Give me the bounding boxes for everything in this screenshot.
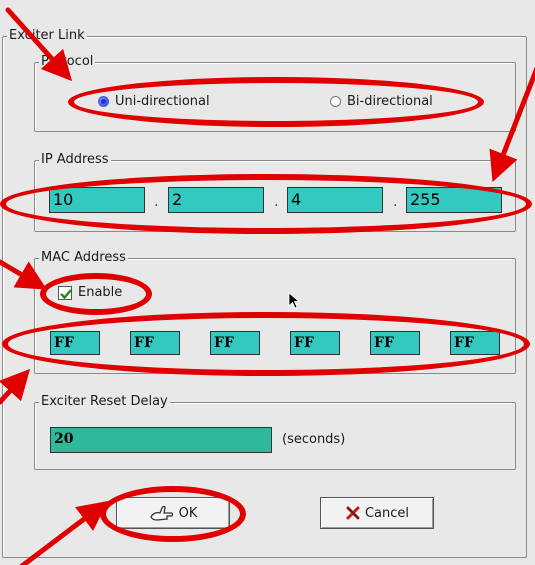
mac-address-label: MAC Address	[39, 250, 128, 266]
annotation-oval-protocol	[68, 77, 484, 127]
cancel-button[interactable]: Cancel	[320, 497, 434, 529]
protocol-label: Protocol	[39, 54, 96, 70]
ip-address-label: IP Address	[39, 152, 111, 168]
mouse-pointer-icon	[288, 292, 301, 309]
reset-delay-unit: (seconds)	[282, 432, 346, 447]
annotation-oval-ok	[100, 486, 246, 542]
cancel-label: Cancel	[364, 505, 410, 521]
annotation-oval-mac	[2, 312, 530, 376]
annotation-oval-enable	[40, 273, 152, 315]
exciter-link-title: Exciter Link	[7, 28, 87, 44]
reset-delay-input[interactable]: 20	[50, 427, 272, 453]
reset-delay-label: Exciter Reset Delay	[39, 394, 170, 410]
annotation-oval-ip	[0, 174, 532, 234]
cancel-x-icon	[346, 506, 360, 520]
exciter-link-dialog: Exciter Link Protocol Uni-directional Bi…	[0, 0, 535, 565]
